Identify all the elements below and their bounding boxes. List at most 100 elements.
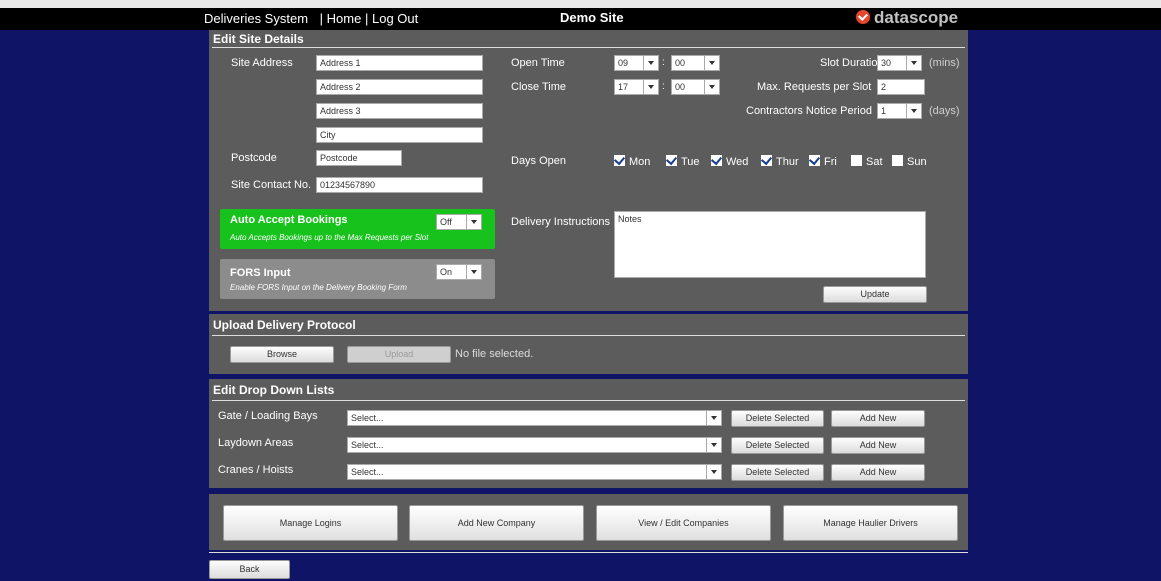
checkbox-checked-icon (809, 155, 820, 166)
checkbox-checked-icon (761, 155, 772, 166)
address2-field[interactable]: Address 2 (316, 79, 483, 95)
cranes-hoists-label: Cranes / Hoists (218, 464, 294, 476)
chevron-down-icon (704, 56, 719, 70)
laydown-areas-label: Laydown Areas (218, 437, 294, 449)
logo-mark-icon (856, 10, 870, 24)
chevron-down-icon (643, 80, 658, 94)
divider (212, 47, 965, 48)
fors-title: FORS Input (230, 267, 291, 279)
home-link[interactable]: Home (327, 11, 362, 26)
day-label: Tue (681, 156, 700, 168)
delivery-instructions-label: Delivery Instructions (511, 216, 611, 228)
delivery-instructions-textarea[interactable]: Notes (614, 211, 926, 278)
actions-panel: Manage Logins Add New Company View / Edi… (209, 494, 968, 550)
manage-logins-button[interactable]: Manage Logins (223, 505, 398, 541)
gate-loading-bays-add-button[interactable]: Add New (831, 410, 925, 427)
app-title: Deliveries System (204, 11, 309, 26)
slot-unit-label: (mins) (929, 57, 960, 69)
address1-field[interactable]: Address 1 (316, 55, 483, 71)
slot-duration-label: Slot Duration (820, 57, 884, 69)
time-colon: : (662, 57, 665, 68)
chevron-down-icon (906, 104, 921, 118)
gate-loading-bays-select[interactable]: Select... (347, 410, 722, 426)
select-value: Select... (351, 413, 384, 423)
max-requests-field[interactable]: 2 (877, 79, 925, 95)
auto-accept-description: Auto Accepts Bookings up to the Max Requ… (230, 233, 429, 242)
fors-select[interactable]: On (436, 264, 482, 280)
chevron-down-icon (466, 265, 481, 279)
file-status: No file selected. (455, 348, 534, 360)
chevron-down-icon (704, 80, 719, 94)
nav-separator: | (364, 11, 369, 26)
day-checkbox-thur[interactable]: Thur (761, 155, 799, 168)
day-checkbox-sat[interactable]: Sat (851, 155, 883, 168)
laydown-areas-select[interactable]: Select... (347, 437, 722, 453)
day-checkbox-fri[interactable]: Fri (809, 155, 837, 168)
cranes-hoists-delete-button[interactable]: Delete Selected (731, 464, 824, 481)
open-time-label: Open Time (511, 57, 565, 69)
day-checkbox-tue[interactable]: Tue (666, 155, 700, 168)
manage-drivers-button[interactable]: Manage Haulier Drivers (783, 505, 958, 541)
back-button[interactable]: Back (209, 560, 290, 579)
open-minute-select[interactable]: 00 (671, 55, 720, 71)
select-value: Select... (351, 440, 384, 450)
notice-value: 1 (881, 106, 887, 116)
notice-period-label: Contractors Notice Period (746, 105, 872, 117)
update-button[interactable]: Update (823, 286, 927, 303)
close-hour-select[interactable]: 17 (614, 79, 659, 95)
add-company-button[interactable]: Add New Company (409, 505, 584, 541)
slot-duration-value: 30 (881, 58, 892, 68)
upload-button[interactable]: Upload (347, 346, 451, 363)
day-checkbox-mon[interactable]: Mon (614, 155, 650, 168)
close-time-label: Close Time (511, 81, 567, 93)
laydown-areas-add-button[interactable]: Add New (831, 437, 925, 454)
address3-field[interactable]: Address 3 (316, 103, 483, 119)
fors-description: Enable FORS Input on the Delivery Bookin… (230, 283, 407, 292)
edit-site-details-panel: Edit Site Details Site Address Address 1… (209, 30, 968, 311)
auto-accept-value: Off (440, 217, 452, 227)
open-minute-value: 00 (675, 58, 686, 68)
open-hour-select[interactable]: 09 (614, 55, 659, 71)
day-label: Sat (866, 156, 883, 168)
city-field[interactable]: City (316, 127, 483, 143)
logout-link[interactable]: Log Out (372, 11, 418, 26)
select-value: Select... (351, 467, 384, 477)
day-checkbox-sun[interactable]: Sun (892, 155, 927, 168)
auto-accept-select[interactable]: Off (436, 214, 482, 230)
notice-period-select[interactable]: 1 (877, 103, 922, 119)
day-label: Sun (907, 156, 927, 168)
top-strip (0, 0, 1161, 8)
checkbox-checked-icon (711, 155, 722, 166)
logo-text: datascope (874, 8, 959, 27)
checkbox-unchecked-icon (851, 155, 862, 166)
view-companies-button[interactable]: View / Edit Companies (596, 505, 771, 541)
datascope-logo: datascope (856, 8, 958, 28)
fors-input-box: FORS Input On Enable FORS Input on the D… (220, 259, 495, 299)
fors-value: On (440, 267, 453, 277)
cranes-hoists-add-button[interactable]: Add New (831, 464, 925, 481)
site-address-label: Site Address (231, 57, 293, 69)
laydown-areas-delete-button[interactable]: Delete Selected (731, 437, 824, 454)
checkbox-unchecked-icon (892, 155, 903, 166)
slot-duration-select[interactable]: 30 (877, 55, 922, 71)
close-minute-select[interactable]: 00 (671, 79, 720, 95)
header-nav: Deliveries System | Home | Log Out (204, 11, 418, 26)
site-contact-label: Site Contact No. (231, 179, 312, 191)
site-contact-field[interactable]: 01234567890 (316, 177, 483, 193)
day-checkbox-wed[interactable]: Wed (711, 155, 748, 168)
auto-accept-box: Auto Accept Bookings Off Auto Accepts Bo… (220, 209, 495, 249)
panel-title: Edit Site Details (213, 32, 304, 46)
checkbox-checked-icon (614, 155, 625, 166)
open-hour-value: 09 (618, 58, 629, 68)
cranes-hoists-select[interactable]: Select... (347, 464, 722, 480)
panel-title: Edit Drop Down Lists (213, 383, 335, 397)
browse-button[interactable]: Browse (230, 346, 334, 363)
postcode-field[interactable]: Postcode (316, 150, 402, 166)
checkbox-checked-icon (666, 155, 677, 166)
upload-protocol-panel: Upload Delivery Protocol Browse Upload N… (209, 314, 968, 374)
panel-title: Upload Delivery Protocol (213, 318, 356, 332)
chevron-down-icon (643, 56, 658, 70)
footer-divider (209, 552, 968, 553)
chevron-down-icon (706, 465, 721, 479)
gate-loading-bays-delete-button[interactable]: Delete Selected (731, 410, 824, 427)
